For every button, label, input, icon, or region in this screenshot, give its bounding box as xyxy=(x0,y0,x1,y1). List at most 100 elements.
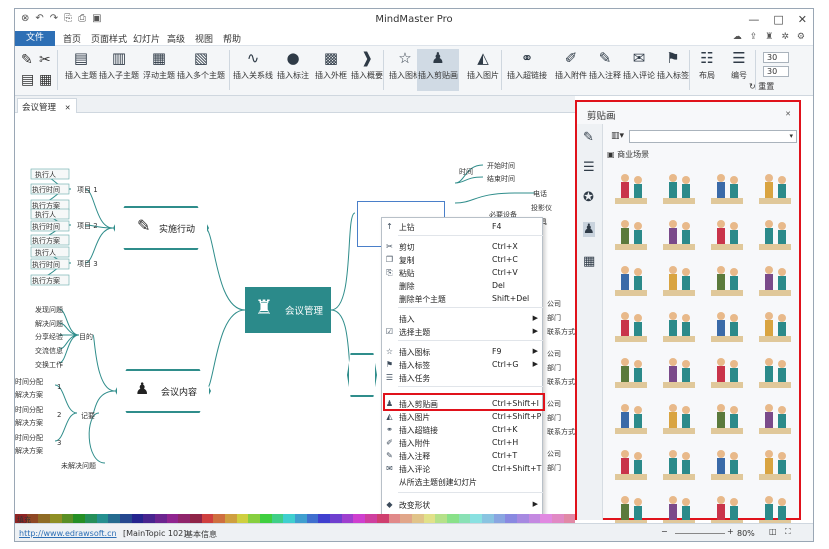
clipart-thumbnail[interactable] xyxy=(703,254,751,300)
settings-icon[interactable]: ⚙ xyxy=(797,32,805,42)
insert-relationship-button[interactable]: ∿ 插入关系线 xyxy=(231,49,275,81)
shirt-icon[interactable]: ♜ xyxy=(765,32,773,42)
color-swatch[interactable] xyxy=(155,514,167,523)
spacing-h-input[interactable]: 30 xyxy=(763,52,789,63)
color-swatch[interactable] xyxy=(411,514,424,523)
clipart-thumbnail[interactable] xyxy=(751,162,799,208)
clipart-thumbnail[interactable] xyxy=(607,208,655,254)
right-small-label[interactable]: 联系方式 xyxy=(547,427,575,437)
branch-node-partial[interactable] xyxy=(347,353,377,397)
ctx-item-insert-comment[interactable]: ✉ 插入评论 Ctrl+Shift+T xyxy=(382,462,542,475)
right-small-label[interactable]: 公司 xyxy=(547,399,561,409)
clipart-thumbnail[interactable] xyxy=(751,208,799,254)
ctx-item-copy[interactable]: ❐ 复制 Ctrl+C xyxy=(382,253,542,266)
clipart-thumbnail[interactable] xyxy=(703,438,751,484)
ctx-item-insert-note[interactable]: ✎ 插入注释 Ctrl+T xyxy=(382,449,542,462)
ctx-item-insert-attachment[interactable]: ✐ 插入附件 Ctrl+H xyxy=(382,436,542,449)
color-swatch[interactable] xyxy=(551,514,564,523)
period-label[interactable]: 1 xyxy=(57,383,61,391)
zoom-in-icon[interactable]: + xyxy=(727,527,734,536)
document-tab[interactable]: 会议管理 ✕ xyxy=(17,98,77,113)
right-label[interactable]: 开始时间 xyxy=(487,161,515,171)
ctx-item-insert-image[interactable]: ◭ 插入图片 Ctrl+Shift+P xyxy=(382,410,542,423)
period-label[interactable]: 3 xyxy=(57,439,61,447)
central-topic[interactable]: ♜ 会议管理 xyxy=(245,287,331,333)
project-label[interactable]: 项目 3 xyxy=(77,259,98,269)
color-swatch[interactable] xyxy=(353,514,366,523)
color-swatch[interactable] xyxy=(341,514,354,523)
leaf-label[interactable]: 时间分配 xyxy=(15,377,43,387)
color-swatch[interactable] xyxy=(178,514,191,523)
right-small-label[interactable]: 公司 xyxy=(547,299,561,309)
clipart-category-select[interactable]: ▾ xyxy=(629,130,797,143)
clipart-thumbnail[interactable] xyxy=(703,392,751,438)
project-label[interactable]: 项目 1 xyxy=(77,185,98,195)
cloud-icon[interactable]: ☁ xyxy=(733,32,742,42)
color-swatch[interactable] xyxy=(306,514,319,523)
clipart-thumbnail[interactable] xyxy=(751,392,799,438)
right-small-label[interactable]: 部门 xyxy=(547,413,561,423)
color-swatch[interactable] xyxy=(423,514,436,523)
leaf-label[interactable]: 发现问题 xyxy=(35,305,63,315)
color-swatch[interactable] xyxy=(446,514,459,523)
color-swatch[interactable] xyxy=(516,514,529,523)
ctx-item-delete-single[interactable]: 删除单个主题 Shift+Del xyxy=(382,292,542,305)
right-label[interactable]: 电话 xyxy=(533,189,547,199)
right-small-label[interactable]: 部门 xyxy=(547,463,561,473)
ctx-item-create-slide[interactable]: 从所选主题创建幻灯片 xyxy=(382,475,542,488)
fit-icon[interactable]: ◫ xyxy=(769,527,777,536)
color-swatch[interactable] xyxy=(388,514,401,523)
clipart-thumbnail[interactable] xyxy=(655,300,703,346)
right-small-label[interactable]: 公司 xyxy=(547,349,561,359)
leaf-label[interactable]: 执行方案 xyxy=(32,276,60,286)
menu-advanced[interactable]: 高级 xyxy=(167,32,185,45)
leaf-label[interactable]: 时间分配 xyxy=(15,405,43,415)
website-link[interactable]: http://www.edrawsoft.cn xyxy=(19,529,117,538)
leaf-label[interactable]: 时间分配 xyxy=(15,433,43,443)
clipart-thumbnail[interactable] xyxy=(655,162,703,208)
color-swatch[interactable] xyxy=(190,514,202,523)
insert-subtopic-button[interactable]: ▥ 插入子主题 xyxy=(97,49,141,81)
color-swatch[interactable] xyxy=(143,514,156,523)
maximize-button[interactable]: □ xyxy=(773,13,783,26)
leaf-label[interactable]: 解决方案 xyxy=(15,390,43,400)
leaf-label[interactable]: 解决问题 xyxy=(35,319,63,329)
clipart-thumbnail[interactable] xyxy=(607,346,655,392)
color-swatch[interactable] xyxy=(400,514,412,523)
record-label[interactable]: 记要 xyxy=(81,411,95,421)
period-label[interactable]: 2 xyxy=(57,411,61,419)
calendar-icon[interactable]: ▦ xyxy=(583,254,595,269)
right-small-label[interactable]: 部门 xyxy=(547,313,561,323)
insert-hyperlink-button[interactable]: ⚭ 插入超链接 xyxy=(503,49,551,81)
color-swatch[interactable] xyxy=(295,514,307,523)
goal-label[interactable]: 目的 xyxy=(79,332,93,342)
color-swatch[interactable] xyxy=(330,514,342,523)
leaf-label[interactable]: 分享经验 xyxy=(35,332,63,342)
clipart-thumbnail[interactable] xyxy=(703,208,751,254)
color-swatch[interactable] xyxy=(271,514,284,523)
color-swatch[interactable] xyxy=(505,514,517,523)
library-icon[interactable]: ▥▾ xyxy=(611,131,624,141)
share-icon[interactable]: ⇪ xyxy=(750,32,758,42)
color-swatch[interactable] xyxy=(73,514,86,523)
clipart-thumbnail[interactable] xyxy=(607,254,655,300)
right-small-label[interactable]: 联系方式 xyxy=(547,327,575,337)
color-swatch[interactable] xyxy=(470,514,482,523)
clipart-thumbnail[interactable] xyxy=(607,392,655,438)
clipart-thumbnail[interactable] xyxy=(607,438,655,484)
color-swatch[interactable] xyxy=(166,514,179,523)
star-icon[interactable]: ✪ xyxy=(583,190,594,205)
ctx-item-insert-hyperlink[interactable]: ⚭ 插入超链接 Ctrl+K xyxy=(382,423,542,436)
color-swatch[interactable] xyxy=(236,514,249,523)
right-small-label[interactable]: 部门 xyxy=(547,363,561,373)
clear-format-icon[interactable]: ✂ xyxy=(39,52,51,68)
leaf-label[interactable]: 交流信息 xyxy=(35,346,63,356)
clipart-category-header[interactable]: ▣ 商业场景 xyxy=(607,149,649,160)
clipart-thumbnail[interactable] xyxy=(607,162,655,208)
format-painter-icon[interactable]: ✎ xyxy=(21,52,33,68)
clipart-thumbnail[interactable] xyxy=(655,346,703,392)
panel-close-icon[interactable]: ✕ xyxy=(785,110,791,118)
ctx-item-delete[interactable]: 删除 Del xyxy=(382,279,542,292)
color-swatch[interactable] xyxy=(38,514,51,523)
apps-icon[interactable]: ✲ xyxy=(781,32,789,42)
